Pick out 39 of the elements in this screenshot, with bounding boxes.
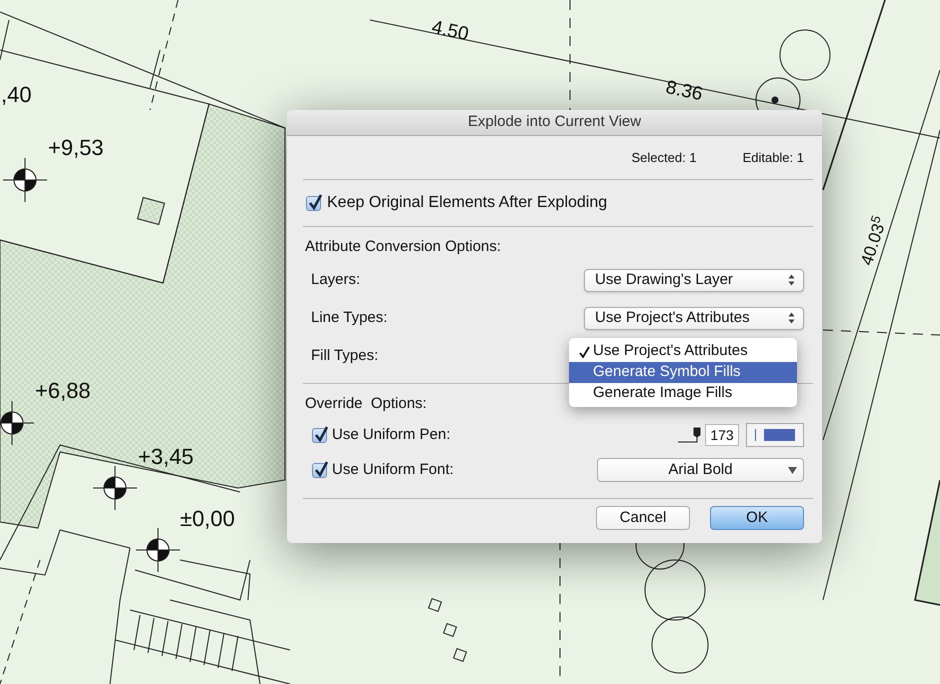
menu-item[interactable]: Generate Image Fills: [569, 383, 797, 404]
elevation-label: 4.50: [430, 18, 470, 44]
elevation-label: +3,45: [138, 446, 194, 468]
option-popup[interactable]: Use Drawing's Layer: [584, 268, 804, 292]
level-marker-icon: [2, 158, 48, 202]
stepper-arrows-icon: [788, 274, 795, 286]
elevation-label: ,40: [1, 84, 32, 106]
elevation-label: +9,53: [48, 137, 104, 159]
checkmark-icon: [578, 346, 590, 358]
font-dropdown[interactable]: Arial Bold: [597, 458, 804, 482]
section-title: Attribute Conversion Options:: [305, 238, 501, 255]
elevation-label: ±0,00: [180, 508, 235, 530]
checkbox[interactable]: [312, 428, 327, 442]
checkbox[interactable]: [312, 462, 327, 478]
option-label: Layers:: [311, 270, 360, 290]
menu-item[interactable]: Use Project's Attributes: [569, 341, 797, 362]
cancel-button[interactable]: Cancel: [596, 506, 690, 530]
checkbox[interactable]: [306, 196, 321, 210]
count-text: Editable: 1: [742, 149, 804, 168]
ok-button[interactable]: OK: [710, 506, 804, 530]
window-title: Explode into Current View: [468, 112, 642, 132]
pen-icon: [678, 427, 702, 443]
checkbox-label: Keep Original Elements After Exploding: [327, 193, 608, 213]
checkbox-label: Use Uniform Pen:: [332, 424, 450, 445]
stepper-arrows-icon: [788, 312, 795, 324]
menu-item[interactable]: Generate Symbol Fills: [569, 362, 797, 383]
count-text: Selected: 1: [632, 149, 697, 168]
pen-color-swatch[interactable]: [746, 423, 804, 447]
elevation-label: 8.36: [664, 78, 704, 104]
level-marker-icon: [136, 528, 180, 572]
elevation-label: +6,88: [35, 380, 91, 402]
checkbox-label: Use Uniform Font:: [332, 460, 454, 480]
dropdown-arrow-icon: [788, 467, 797, 474]
section-title: Override Options:: [305, 395, 427, 412]
pen-number-field[interactable]: 173: [705, 424, 739, 446]
option-label: Line Types:: [311, 308, 388, 328]
level-marker-icon: [92, 466, 138, 510]
option-label: Fill Types:: [311, 346, 378, 366]
option-popup[interactable]: Use Project's Attributes: [584, 306, 804, 330]
